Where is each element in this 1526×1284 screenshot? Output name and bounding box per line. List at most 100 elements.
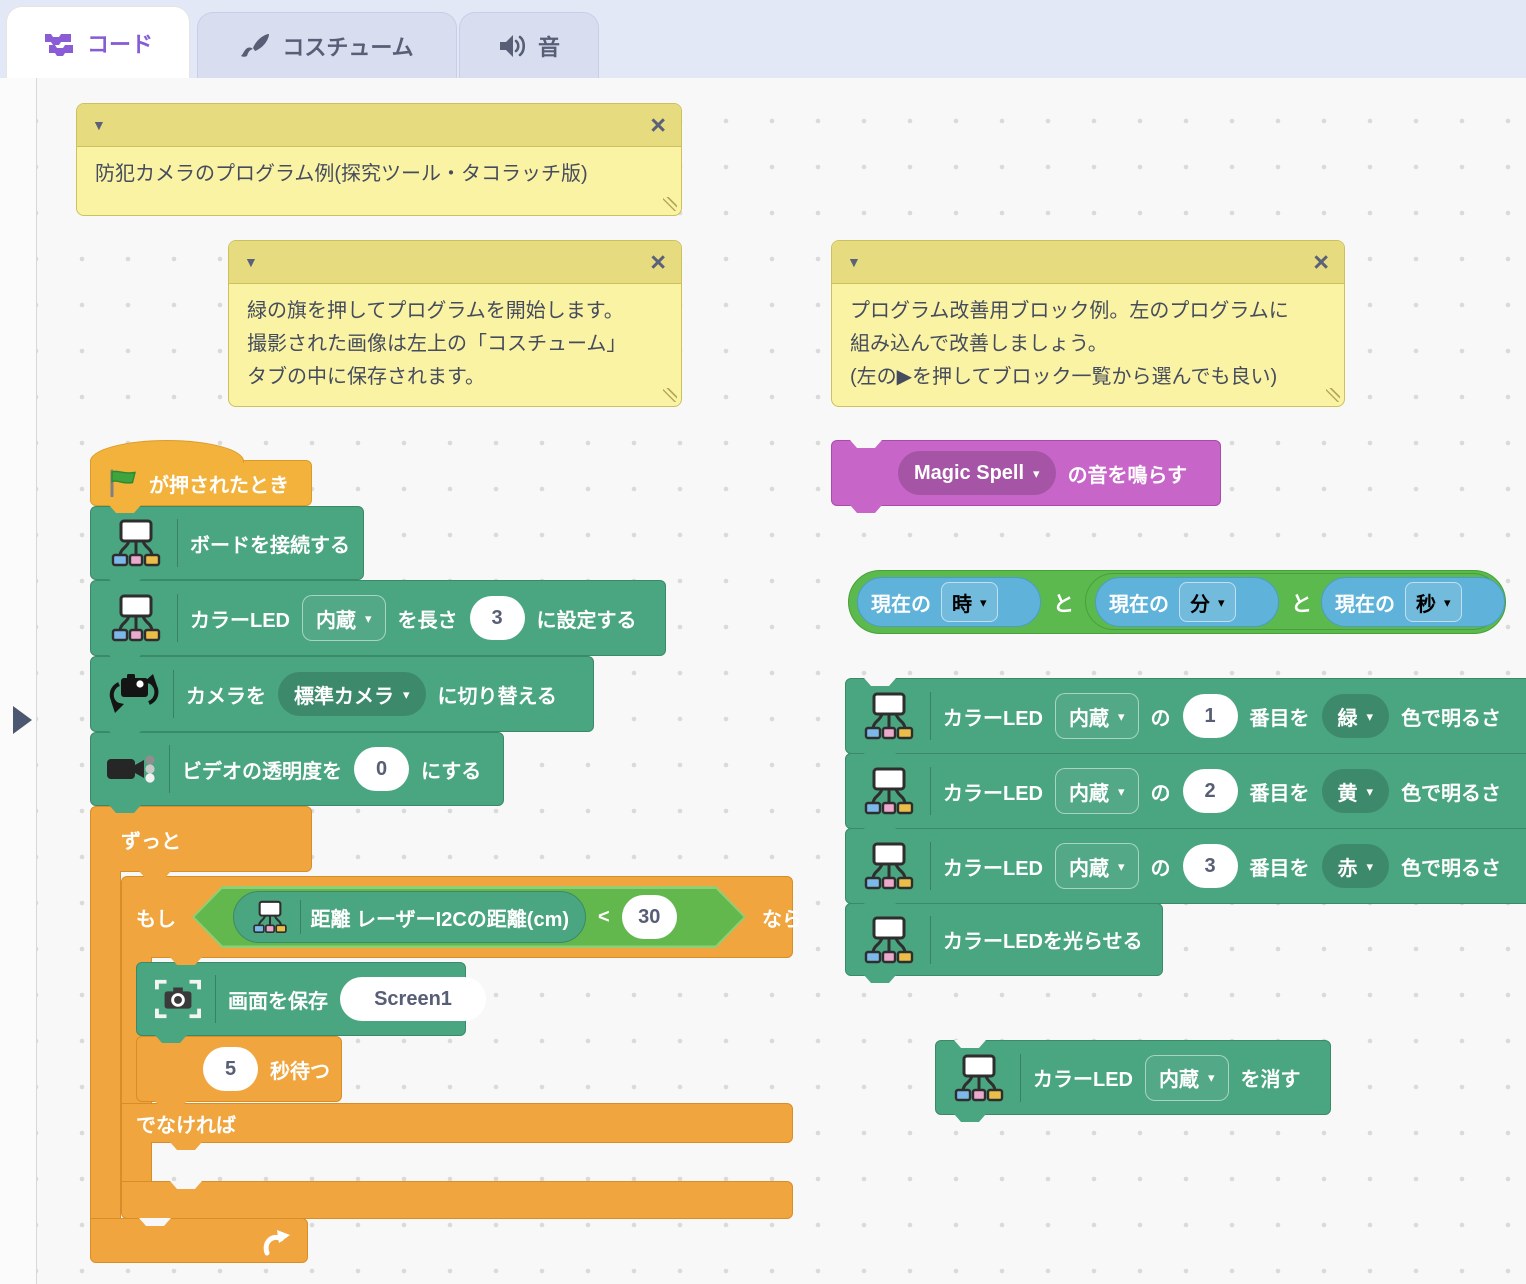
block-label: カラーLED: [943, 702, 1043, 731]
block-led-show[interactable]: カラーLEDを光らせる: [845, 903, 1163, 976]
block-label: 画面を保存: [228, 985, 328, 1014]
comment-collapse-icon[interactable]: ▼: [847, 254, 861, 270]
comment-close-icon[interactable]: ×: [650, 112, 666, 139]
block-label: ボードを接続する: [190, 529, 350, 558]
led-color-dropdown[interactable]: 緑 ▾: [1322, 694, 1390, 738]
block-video-transparency[interactable]: ビデオの透明度を 0 にする: [90, 732, 504, 806]
sound-dropdown[interactable]: Magic Spell ▾: [898, 451, 1056, 495]
operator-label: <: [598, 906, 610, 929]
time-unit-dropdown[interactable]: 時 ▾: [941, 582, 998, 622]
paintbrush-icon: [240, 32, 270, 60]
video-transparency-input[interactable]: 0: [354, 747, 409, 791]
led-length-input[interactable]: 3: [470, 596, 525, 640]
reporter-label: 距離 レーザーI2Cの距離(cm): [311, 903, 570, 932]
boolean-slot: 距離 レーザーI2Cの距離(cm) < 30: [192, 886, 746, 948]
comment-close-icon[interactable]: ×: [1313, 249, 1329, 276]
comment-resize-handle[interactable]: [663, 197, 677, 211]
reporter-laser-distance[interactable]: 距離 レーザーI2Cの距離(cm): [233, 891, 587, 943]
block-else-spine[interactable]: [121, 1142, 152, 1182]
reporter-label: 現在の: [1109, 588, 1169, 617]
block-label: でなければ: [136, 1109, 236, 1138]
comment-header: ▼ ×: [832, 241, 1344, 284]
time-unit-dropdown[interactable]: 分 ▾: [1179, 582, 1236, 622]
block-else-bar[interactable]: でなければ: [121, 1103, 793, 1143]
camera-dropdown[interactable]: 標準カメラ ▾: [278, 672, 426, 716]
block-if-top[interactable]: もし 距離 レーザーI2Cの距離(cm) < 30 なら: [121, 876, 793, 958]
led-color-dropdown[interactable]: 赤 ▾: [1322, 844, 1390, 888]
tab-costumes[interactable]: コスチューム: [197, 12, 457, 78]
block-label: が押されたとき: [149, 469, 289, 498]
block-label: にする: [421, 755, 481, 784]
block-set-led-length[interactable]: カラーLED 内蔵 ▾ を長さ 3 に設定する: [90, 580, 666, 656]
comment-collapse-icon[interactable]: ▼: [92, 117, 106, 133]
collapsed-palette: [0, 78, 37, 1284]
compare-value-input[interactable]: 30: [622, 895, 677, 939]
tab-code[interactable]: コード: [6, 6, 190, 78]
block-label: カラーLED: [1033, 1063, 1133, 1092]
led-target-dropdown[interactable]: 内蔵 ▾: [1055, 693, 1139, 739]
block-led-off[interactable]: カラーLED 内蔵 ▾ を消す: [935, 1040, 1331, 1115]
comment-line: 組み込んで改善しましょう。: [850, 328, 1326, 361]
comment-start-instructions[interactable]: ▼ × 緑の旗を押してプログラムを開始します。 撮影された画像は左上の「コスチュ…: [228, 240, 682, 407]
wait-seconds-input[interactable]: 5: [203, 1047, 258, 1091]
block-forever-bottom[interactable]: [90, 1218, 308, 1263]
block-join-outer[interactable]: 現在の 時 ▾ と 現在の 分 ▾ と 現在の 秒 ▾: [848, 570, 1506, 634]
reporter-current-minute[interactable]: 現在の 分 ▾: [1095, 577, 1279, 627]
led-color-dropdown[interactable]: 黄 ▾: [1322, 769, 1390, 813]
comment-line: プログラム改善用ブロック例。左のプログラムに: [850, 295, 1326, 328]
led-target-dropdown[interactable]: 内蔵 ▾: [1055, 843, 1139, 889]
block-wait-seconds[interactable]: 5 秒待つ: [136, 1036, 342, 1102]
block-if-bottom[interactable]: [121, 1181, 793, 1219]
block-led-index-1[interactable]: カラーLED 内蔵 ▾ の 1 番目を 緑 ▾ 色で明るさ: [845, 678, 1526, 754]
palette-toggle-arrow-icon[interactable]: [13, 706, 32, 734]
led-index-input[interactable]: 1: [1183, 694, 1238, 738]
block-forever-top[interactable]: ずっと: [90, 806, 312, 872]
led-target-dropdown[interactable]: 内蔵 ▾: [1055, 768, 1139, 814]
board-icon: [860, 765, 918, 817]
led-index-input[interactable]: 3: [1183, 844, 1238, 888]
divider: [215, 975, 216, 1023]
comment-line: (左の▶を押してブロック一覧から選んでも良い): [850, 361, 1326, 394]
block-led-index-2[interactable]: カラーLED 内蔵 ▾ の 2 番目を 黄 ▾ 色で明るさ: [845, 753, 1526, 829]
block-label: なら: [762, 903, 802, 932]
comment-line: タブの中に保存されます。: [247, 361, 663, 394]
comment-title[interactable]: ▼ × 防犯カメラのプログラム例(探究ツール・タコラッチ版): [76, 103, 682, 216]
dropdown-caret-icon: ▾: [980, 596, 987, 609]
block-play-sound[interactable]: Magic Spell ▾ の音を鳴らす: [831, 440, 1221, 506]
block-when-flag-clicked[interactable]: が押されたとき: [90, 460, 312, 506]
led-index-input[interactable]: 2: [1183, 769, 1238, 813]
comment-resize-handle[interactable]: [663, 388, 677, 402]
comment-resize-handle[interactable]: [1326, 388, 1340, 402]
board-icon: [107, 592, 165, 644]
block-less-than[interactable]: 距離 レーザーI2Cの距離(cm) < 30: [195, 889, 744, 946]
block-forever-spine[interactable]: [90, 871, 121, 1219]
camera-switch-icon: [107, 670, 161, 718]
reporter-current-hour[interactable]: 現在の 時 ▾: [857, 577, 1041, 627]
block-label: の: [1151, 777, 1171, 806]
comment-improvement-blocks[interactable]: ▼ × プログラム改善用ブロック例。左のプログラムに 組み込んで改善しましょう。…: [831, 240, 1345, 407]
tab-sounds[interactable]: 音: [459, 12, 599, 78]
board-icon: [250, 899, 290, 935]
tab-code-label: コード: [87, 27, 153, 59]
led-target-dropdown[interactable]: 内蔵 ▾: [1145, 1055, 1229, 1101]
block-connect-board[interactable]: ボードを接続する: [90, 506, 364, 580]
divider: [930, 916, 931, 964]
time-unit-dropdown[interactable]: 秒 ▾: [1405, 582, 1462, 622]
comment-header: ▼ ×: [229, 241, 681, 284]
screen-name-input[interactable]: Screen1: [340, 977, 486, 1021]
dropdown-caret-icon: ▾: [1367, 860, 1374, 873]
block-label: カラーLED: [943, 852, 1043, 881]
comment-collapse-icon[interactable]: ▼: [244, 254, 258, 270]
block-label: 色で明るさ: [1401, 702, 1501, 731]
reporter-current-second[interactable]: 現在の 秒 ▾: [1321, 577, 1505, 627]
dropdown-caret-icon: ▾: [1118, 860, 1125, 873]
code-blocks-icon: [43, 30, 75, 56]
dropdown-value: 分: [1190, 588, 1210, 617]
block-label: ずっと: [121, 825, 181, 854]
block-save-screen[interactable]: 画面を保存 Screen1: [136, 962, 466, 1036]
block-switch-camera[interactable]: カメラを 標準カメラ ▾ に切り替える: [90, 656, 594, 732]
block-led-index-3[interactable]: カラーLED 内蔵 ▾ の 3 番目を 赤 ▾ 色で明るさ: [845, 828, 1526, 904]
comment-close-icon[interactable]: ×: [650, 249, 666, 276]
dropdown-caret-icon: ▾: [403, 688, 410, 701]
led-target-dropdown[interactable]: 内蔵 ▾: [302, 595, 386, 641]
